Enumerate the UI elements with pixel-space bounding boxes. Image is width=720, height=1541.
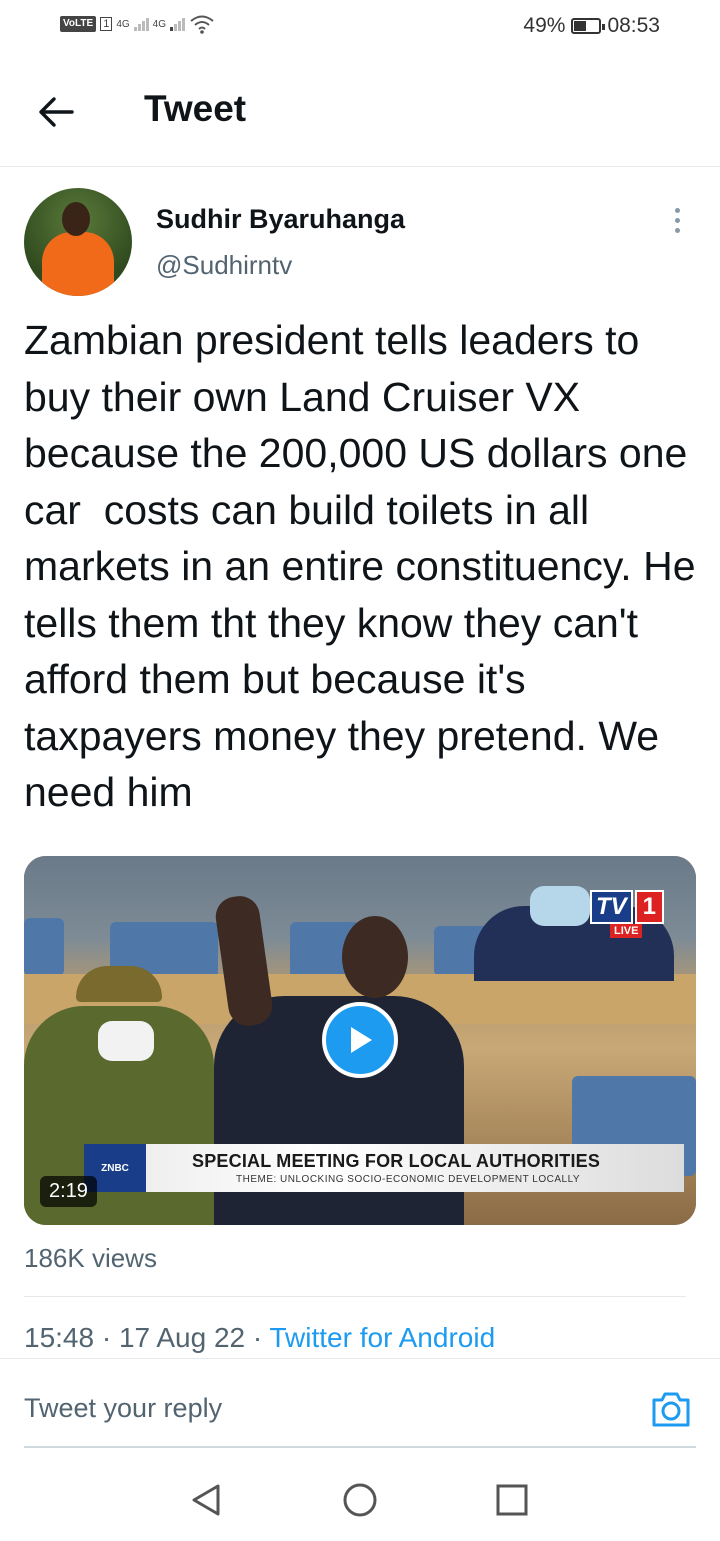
more-options-icon[interactable] [670,208,684,233]
tweet-author: Sudhir Byaruhanga @Sudhirntv [24,188,696,298]
author-handle[interactable]: @Sudhirntv [156,250,292,281]
battery-percent: 49% [523,14,566,37]
signal-icon [170,17,185,31]
channel-logo: TV 1 LIVE [590,890,665,938]
tweet-video[interactable]: TV 1 LIVE ZNBC SPECIAL MEETING FOR LOCAL… [24,856,696,1225]
caption-subtitle: THEME: UNLOCKING SOCIO-ECONOMIC DEVELOPM… [236,1174,581,1185]
video-caption: ZNBC SPECIAL MEETING FOR LOCAL AUTHORITI… [84,1144,684,1192]
tweet-header: Tweet [0,62,720,167]
nav-home-button[interactable] [340,1480,380,1520]
avatar[interactable] [24,188,132,296]
battery-icon [571,18,606,34]
live-badge: LIVE [610,924,643,938]
tweet-text: Zambian president tells leaders to buy t… [24,317,707,815]
channel-number: 1 [634,890,665,924]
back-button[interactable] [34,90,78,134]
reply-bar: Tweet your reply [0,1358,720,1449]
square-recents-icon [496,1484,528,1516]
status-left: VoLTE 1 4G 4G [60,14,215,34]
status-bar: VoLTE 1 4G 4G 49% 08:53 [0,0,720,52]
status-right: 49% 08:53 [523,14,660,38]
nav-back-button[interactable] [186,1480,226,1520]
sim-indicator: 1 [100,17,113,31]
channel-logo-text: TV [590,890,633,924]
camera-icon [652,1392,690,1427]
arrow-left-icon [39,97,74,127]
separator-dot: · [94,1322,119,1353]
tweet-client-link[interactable]: Twitter for Android [269,1322,495,1353]
video-duration: 2:19 [40,1176,97,1207]
play-button[interactable] [322,1002,398,1078]
divider [24,1296,686,1297]
network-type-2: 4G [152,18,166,30]
reply-input[interactable]: Tweet your reply [24,1393,222,1424]
view-count: 186K views [24,1243,157,1273]
network-type-1: 4G [116,18,130,30]
system-nav-bar [0,1460,720,1541]
tweet-date: 17 Aug 22 [118,1322,246,1353]
nav-recents-button[interactable] [492,1480,532,1520]
caption-title: SPECIAL MEETING FOR LOCAL AUTHORITIES [192,1151,601,1171]
tweet-time: 15:48 [24,1322,95,1353]
circle-home-icon [343,1483,377,1517]
camera-button[interactable] [650,1389,692,1429]
reply-underline [24,1446,696,1448]
play-icon [351,1027,372,1053]
volte-indicator: VoLTE [60,16,97,32]
clock: 08:53 [607,14,660,37]
author-name[interactable]: Sudhir Byaruhanga [156,204,405,235]
page-title: Tweet [144,88,247,129]
separator-dot: · [245,1322,270,1353]
tweet-meta: 15:48 · 17 Aug 22 · Twitter for Android [24,1322,495,1354]
signal-icon [133,17,149,31]
wifi-icon [190,15,214,34]
triangle-back-icon [192,1484,220,1516]
